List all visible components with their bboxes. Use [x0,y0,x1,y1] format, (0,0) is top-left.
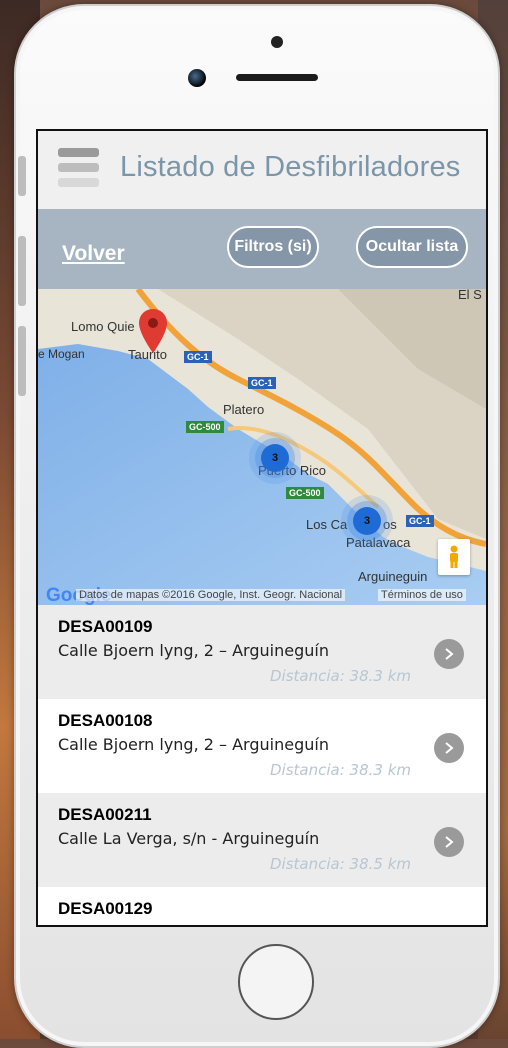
item-address: Calle Bjoern lyng, 2 – Arguineguín [58,735,329,754]
hide-list-button[interactable]: Ocultar lista [356,226,468,268]
page-title: Listado de Desfibriladores [120,151,461,183]
map-place-arguineguin: Arguineguin [358,569,428,584]
list-item[interactable]: DESA00108 Calle Bjoern lyng, 2 – Arguine… [38,699,486,793]
item-code: DESA00108 [58,711,153,730]
toolbar: Volver Filtros (si) Ocultar lista [38,209,486,289]
app-header: Listado de Desfibriladores [38,131,486,209]
front-camera [188,69,206,87]
chevron-right-icon[interactable] [434,639,464,669]
item-address: Calle Bjoern lyng, 2 – Arguineguín [58,641,329,660]
map-view[interactable]: Lomo Quie e Mogan Taurito Platero Puerto… [38,289,486,605]
road-gc500-shield: GC-500 [286,487,324,499]
road-gc500-shield: GC-500 [186,421,224,433]
list-item[interactable]: DESA00109 Calle Bjoern lyng, 2 – Arguine… [38,605,486,699]
filters-button[interactable]: Filtros (si) [227,226,319,268]
map-place-los-canos-suffix: os [383,517,397,532]
hamburger-menu-icon[interactable] [58,148,99,188]
map-terrain [38,289,486,605]
map-place-patalavaca: Patalavaca [346,535,411,550]
item-distance: Distancia: 38.3 km [270,667,412,685]
item-code: DESA00109 [58,617,153,636]
terms-of-use-link[interactable]: Términos de uso [378,589,466,601]
map-place-platero: Platero [223,402,265,417]
chevron-right-icon[interactable] [434,827,464,857]
item-address: Calle La Verga, s/n - Arguineguín [58,829,320,848]
list-item[interactable]: DESA00129 [38,887,486,925]
item-code: DESA00129 [58,899,153,918]
volume-down-button [18,326,26,396]
volume-up-button [18,236,26,306]
map-place-corner: El S [458,289,482,302]
road-gc1-shield: GC-1 [406,515,434,527]
map-place-mogan: e Mogan [38,347,85,361]
map-attribution: Datos de mapas ©2016 Google, Inst. Geogr… [76,589,346,601]
mute-switch [18,156,26,196]
home-button[interactable] [238,944,314,1020]
cluster-marker[interactable]: 3 [261,444,289,472]
item-distance: Distancia: 38.5 km [270,855,412,873]
chevron-right-icon[interactable] [434,733,464,763]
street-view-pegman-icon[interactable] [438,539,470,575]
road-gc1-shield: GC-1 [184,351,212,363]
back-link[interactable]: Volver [62,242,125,266]
road-gc1-shield: GC-1 [248,377,276,389]
map-place-los-canos: Los Ca [306,517,348,532]
item-code: DESA00211 [58,805,152,824]
cluster-marker[interactable]: 3 [353,507,381,535]
earpiece-speaker [236,74,318,81]
map-place-lomo-quemado: Lomo Quie [71,319,135,334]
map-pin-icon[interactable] [139,309,167,353]
app-screen: Listado de Desfibriladores Volver Filtro… [36,129,488,927]
item-distance: Distancia: 38.3 km [270,761,412,779]
defibrillator-list: DESA00109 Calle Bjoern lyng, 2 – Arguine… [38,605,486,925]
list-item[interactable]: DESA00211 Calle La Verga, s/n - Arguineg… [38,793,486,887]
proximity-sensor [271,36,283,48]
map-footer: Google Datos de mapas ©2016 Google, Inst… [38,585,486,605]
